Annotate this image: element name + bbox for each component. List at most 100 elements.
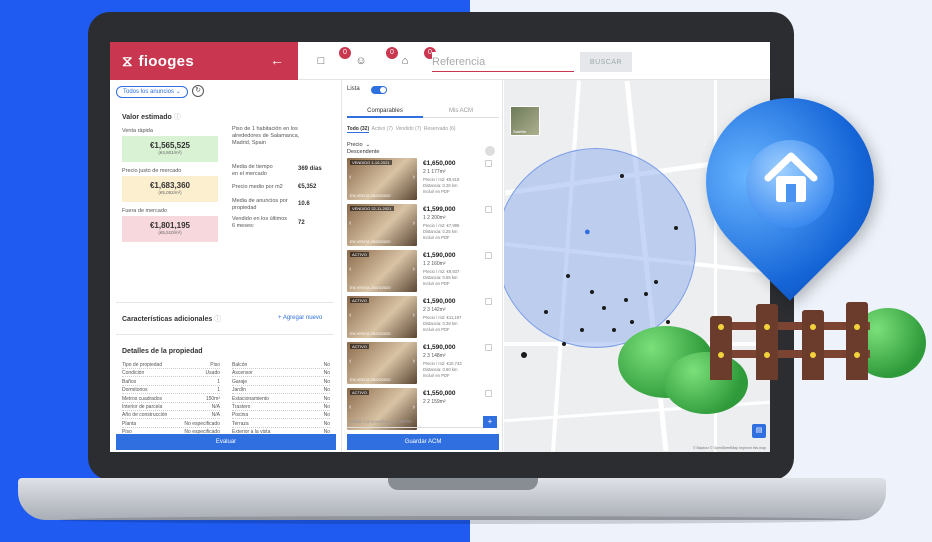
detail-value: No (323, 387, 330, 394)
detail-value: No (323, 404, 330, 410)
chevron-left-icon[interactable]: ‹ (349, 266, 351, 273)
include-pdf-toggle[interactable]: Incluir en PDF (423, 189, 450, 194)
calendar-icon[interactable]: □ (314, 54, 328, 68)
reference-search-input[interactable] (432, 52, 574, 72)
map-marker[interactable] (566, 274, 570, 278)
map-marker[interactable] (521, 352, 527, 358)
tab-comparables[interactable]: Comparables (347, 104, 423, 118)
stat-value: 72 (298, 220, 305, 226)
house-icon[interactable]: ⌂ (398, 54, 412, 68)
property-photo[interactable]: VENDIDO 22-11-2021 ‹ › EN VENTA 25/03/2020 (347, 204, 417, 246)
chevron-left-icon[interactable]: ‹ (349, 358, 351, 365)
include-pdf-toggle[interactable]: Incluir en PDF (423, 373, 450, 378)
property-detail-row: Año de construcción N/A (122, 412, 220, 420)
stat-label: Vendido en los últimos 6 meses: (232, 216, 288, 229)
guardar-acm-button[interactable]: Guardar ACM (347, 434, 499, 450)
map-marker[interactable] (666, 320, 670, 324)
sort-selector[interactable]: Precio ⌄ Descendente (347, 142, 379, 156)
include-pdf-toggle[interactable]: Incluir en PDF (423, 235, 450, 240)
comparable-card[interactable]: ACTIVO ‹ › EN VENTA 25/03/2020 €1,590,000 2 3… (347, 296, 497, 340)
fuera-box: €1,801,195 (€5,510/m²) (122, 216, 218, 242)
map-attribution: © Mapbox © OpenStreetMap Improve this ma… (692, 446, 766, 450)
favorite-icon[interactable] (485, 298, 492, 305)
map-marker[interactable] (602, 306, 606, 310)
map-marker[interactable] (644, 292, 648, 296)
detail-key: Metros cuadrados (122, 395, 163, 402)
map-marker[interactable] (544, 310, 548, 314)
back-arrow-icon[interactable]: ← (270, 52, 284, 68)
map-marker[interactable] (580, 328, 584, 332)
chevron-left-icon[interactable]: ‹ (349, 174, 351, 181)
chevron-left-icon[interactable]: ‹ (349, 312, 351, 319)
valor-estimado-label: Valor estimado (122, 114, 172, 121)
comparable-price: €1,650,000 (423, 160, 456, 167)
chevron-right-icon[interactable]: › (413, 220, 415, 227)
subtab-vendido[interactable]: Vendido (7) (396, 126, 422, 132)
list-toggle[interactable] (371, 86, 387, 94)
property-detail-row: Metros cuadrados 150m² (122, 396, 220, 403)
people-icon[interactable]: ☺ (354, 54, 368, 68)
search-button[interactable]: BUSCAR (580, 52, 632, 72)
chat-icon[interactable]: ▤ (752, 424, 766, 438)
fence-bolt (718, 352, 724, 358)
comparable-price: €1,590,000 (423, 252, 456, 259)
map-marker[interactable] (630, 320, 634, 324)
comparable-card[interactable]: ACTIVO ‹ › EN VENTA 25/03/2020 €1,590,000 1 2… (347, 250, 497, 294)
chevron-right-icon[interactable]: › (413, 404, 415, 411)
favorite-icon[interactable] (485, 390, 492, 397)
property-detail-row: Ascensor No (232, 370, 330, 378)
favorite-icon[interactable] (485, 160, 492, 167)
add-feature-link[interactable]: + Agregar nuevo (278, 315, 322, 321)
property-photo[interactable]: VENDIDO 1-10-2021 ‹ › EN VENTA 25/03/2020 (347, 158, 417, 200)
property-photo[interactable]: ACTIVO ‹ › EN VENTA 25/03/2020 (347, 296, 417, 338)
chevron-right-icon[interactable]: › (413, 358, 415, 365)
property-detail-row: Estacionamiento No (232, 396, 330, 403)
map-marker[interactable] (620, 174, 624, 178)
include-pdf-toggle[interactable]: Incluir en PDF (423, 281, 450, 286)
chevron-left-icon[interactable]: ‹ (349, 220, 351, 227)
favorite-icon[interactable] (485, 206, 492, 213)
comparable-card[interactable]: ACTIVO ‹ › EN VENTA 25/03/2020 €1,590,000 2 3… (347, 342, 497, 386)
map-marker[interactable] (590, 290, 594, 294)
favorite-icon[interactable] (485, 252, 492, 259)
status-subtabs: Todo (32) Activo (7) Vendido (7) Reserva… (347, 126, 456, 133)
subtab-activo[interactable]: Activo (7) (372, 126, 393, 132)
evaluar-button[interactable]: Evaluar (116, 434, 336, 450)
subtab-todo[interactable]: Todo (32) (347, 126, 370, 133)
property-photo[interactable]: ACTIVO ‹ › EN VENTA 25/03/2020 (347, 342, 417, 384)
notification-badge: 0 (386, 47, 398, 59)
stat-label: Media de tiempo en el mercado (232, 164, 273, 177)
chevron-right-icon[interactable]: › (413, 312, 415, 319)
caracteristicas-label: Características adicionales (122, 316, 213, 323)
add-refid-button[interactable]: + (483, 416, 497, 428)
chevron-left-icon[interactable]: ‹ (349, 404, 351, 411)
tab-mis-acm[interactable]: Mis ACM (423, 104, 499, 118)
map-marker[interactable] (674, 226, 678, 230)
reset-icon[interactable]: ↻ (192, 85, 204, 97)
include-pdf-toggle[interactable]: Incluir en PDF (423, 327, 450, 332)
sort-icon[interactable] (485, 146, 495, 156)
subtab-reservado[interactable]: Reservado (6) (424, 126, 456, 132)
subject-location-pin-icon: ● (584, 226, 591, 238)
distance: Distancia: 0.25 km (423, 229, 458, 234)
chevron-right-icon[interactable]: › (413, 174, 415, 181)
comparable-price: €1,599,000 (423, 206, 456, 213)
satellite-toggle[interactable]: Satélite (510, 106, 540, 136)
comparable-card[interactable]: VENDIDO 1-10-2021 ‹ › EN VENTA 25/03/2020 €1… (347, 158, 497, 202)
map-marker[interactable] (612, 328, 616, 332)
property-photo[interactable]: ACTIVO ‹ › EN VENTA 25/03/2020 (347, 250, 417, 292)
map-marker[interactable] (624, 298, 628, 302)
map-marker[interactable] (562, 342, 566, 346)
favorite-icon[interactable] (485, 344, 492, 351)
chevron-right-icon[interactable]: › (413, 266, 415, 273)
detail-value: No (323, 395, 330, 402)
detail-key: Estacionamiento (232, 395, 269, 402)
detail-key: Terraza (232, 420, 249, 427)
fence-illustration (710, 300, 870, 380)
map-marker[interactable] (654, 280, 658, 284)
refid-input[interactable]: Añadir comparables por REFID (347, 416, 485, 428)
comparable-card[interactable]: VENDIDO 22-11-2021 ‹ › EN VENTA 25/03/2020 €… (347, 204, 497, 248)
detail-key: Tipo de propiedad (122, 362, 163, 368)
precio-justo-label: Precio justo de mercado (122, 168, 182, 174)
filter-chip[interactable]: Todos los anuncios ⌄ (116, 86, 188, 98)
